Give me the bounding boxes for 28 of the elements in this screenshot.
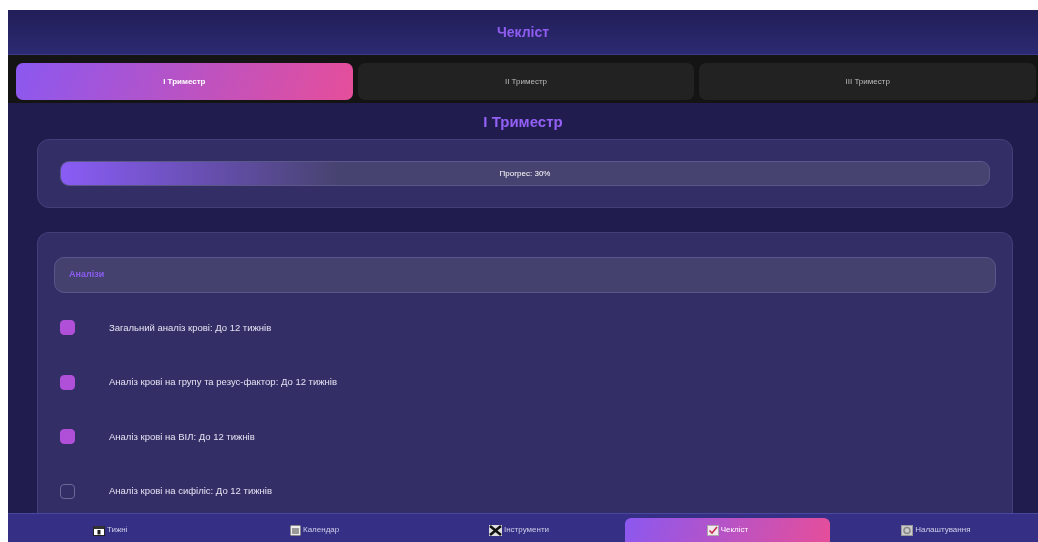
checkbox[interactable] [60, 320, 75, 336]
tab[interactable]: I Триместр [16, 63, 353, 100]
tab[interactable]: II Триместр [357, 63, 695, 100]
nav-tab[interactable]: Налаштування [833, 518, 1038, 542]
nav-label: Календар [303, 524, 340, 536]
item-label: Аналіз крові на групу та резус-фактор: До 12 тижнів [109, 375, 337, 390]
nav-tab[interactable]: Тижні [8, 518, 213, 542]
item-label: Загальний аналіз крові: До 12 тижнів [109, 320, 272, 335]
nav-label: Тижні [106, 524, 128, 536]
nav-tab[interactable]: Календар [212, 518, 417, 542]
page-title: Чекліст [496, 22, 550, 42]
section-title: I Триместр [482, 112, 564, 132]
calendar-icon [290, 524, 301, 536]
nav-tab[interactable]: Чекліст [625, 518, 830, 542]
item-label: Аналіз крові на сифіліс: До 12 тижнів [109, 484, 272, 499]
nav-tab[interactable]: Інструменти [416, 518, 622, 542]
checkbox[interactable] [60, 429, 75, 445]
tab[interactable]: III Триместр [699, 63, 1036, 100]
checkbox-icon [706, 524, 719, 536]
nav-label: Інструменти [503, 524, 550, 536]
group-title: Аналізи [69, 267, 105, 281]
nav-label: Чекліст [720, 524, 749, 536]
checkbox[interactable] [60, 374, 75, 390]
item-label: Аналіз крові на ВІЛ: До 12 тижнів [109, 429, 255, 444]
calendar-icon [92, 524, 105, 536]
checkbox[interactable] [60, 483, 75, 499]
progress-label: Прогрес: 30% [498, 167, 552, 180]
nav-label: Налаштування [915, 524, 971, 536]
